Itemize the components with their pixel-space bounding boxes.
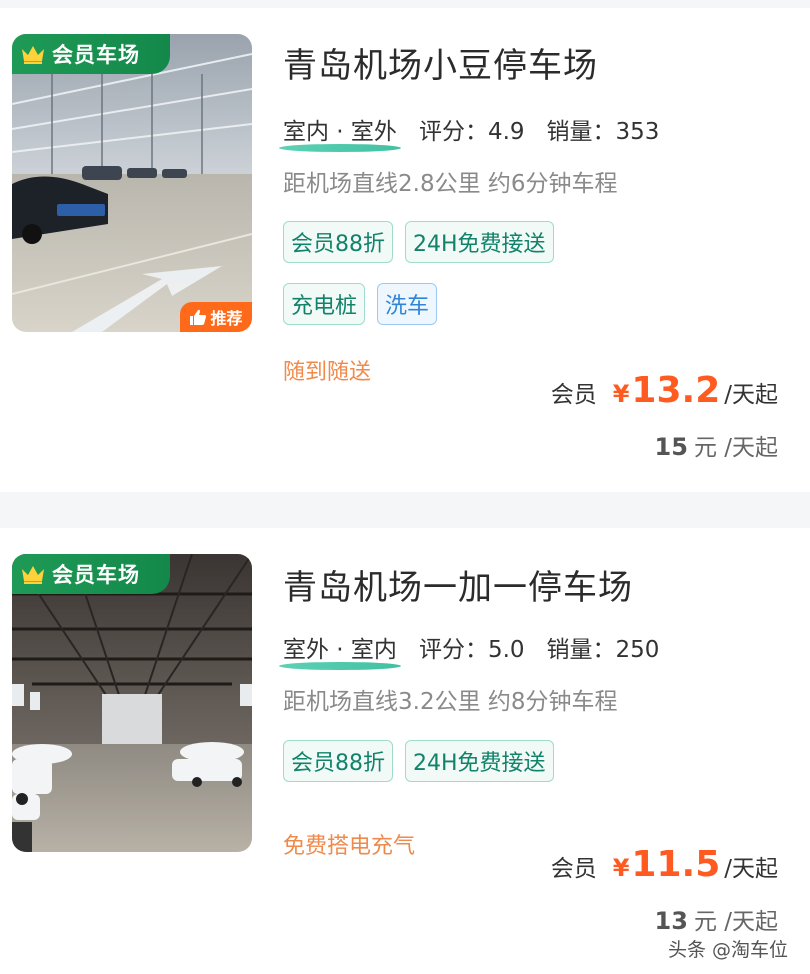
member-lot-badge: 会员车场 (12, 554, 170, 594)
rating-value: 4.9 (487, 119, 525, 145)
indoor-garage-scene (12, 34, 252, 332)
currency-symbol: ¥ (612, 380, 630, 408)
parking-listing-card[interactable]: 会员车场 青岛机场一加一停车场 室外 · 室内 评分： 5.0 销量： 250 … (0, 528, 810, 974)
original-price-unit: 元 /天起 (693, 909, 778, 935)
rating-label: 评分： (418, 119, 488, 145)
member-price: 会员 ¥ 11.5 /天起 (551, 844, 778, 885)
tag-free-shuttle: 24H免费接送 (405, 740, 554, 782)
member-price-label: 会员 (550, 382, 597, 408)
watermark: 头条 @淘车位 (667, 939, 788, 961)
recommend-badge-label: 推荐 (210, 309, 243, 328)
parking-lot-title[interactable]: 青岛机场小豆停车场 (283, 38, 598, 87)
warehouse-garage-scene (12, 554, 252, 852)
tag-charging-pile: 充电桩 (283, 283, 366, 325)
tag-member-discount: 会员88折 (283, 221, 393, 263)
member-lot-badge: 会员车场 (12, 34, 170, 74)
parking-lot-photo[interactable]: 会员车场 推荐 (12, 34, 252, 332)
lot-meta-row: 室外 · 室内 评分： 5.0 销量： 250 (279, 630, 681, 670)
original-price-value: 15 (654, 433, 688, 461)
rating-label: 评分： (418, 637, 488, 663)
original-price-value: 13 (654, 907, 688, 935)
lot-meta-row: 室内 · 室外 评分： 4.9 销量： 353 (279, 112, 681, 152)
service-tags-row: 会员88折 24H免费接送 (283, 740, 554, 782)
thumbs-up-icon (190, 309, 207, 325)
service-tags-row: 会员88折 24H免费接送 (283, 221, 554, 263)
indoor-outdoor-label: 室外 · 室内 (279, 630, 401, 670)
sales-value: 250 (615, 637, 660, 663)
tag-car-wash: 洗车 (377, 283, 438, 325)
parking-listing-card[interactable]: 会员车场 推荐 青岛机场小豆停车场 室内 · 室外 评分： 4.9 销量： 35… (0, 8, 810, 492)
sales-label: 销量： (546, 119, 616, 145)
sales-value: 353 (615, 119, 660, 145)
original-price: 13 元 /天起 (655, 902, 778, 936)
crown-icon (22, 46, 44, 64)
rating-value: 5.0 (487, 637, 525, 663)
promo-text: 免费搭电充气 (283, 834, 416, 859)
tag-member-discount: 会员88折 (283, 740, 393, 782)
member-lot-badge-label: 会员车场 (52, 43, 140, 67)
original-price: 15 元 /天起 (655, 428, 778, 462)
parking-lot-photo[interactable]: 会员车场 (12, 554, 252, 852)
distance-info: 距机场直线2.8公里 约6分钟车程 (283, 171, 618, 197)
sales-label: 销量： (546, 637, 616, 663)
distance-info: 距机场直线3.2公里 约8分钟车程 (283, 689, 618, 715)
parking-lot-title[interactable]: 青岛机场一加一停车场 (283, 560, 633, 609)
price-unit: /天起 (724, 382, 778, 408)
member-price-label: 会员 (550, 856, 597, 882)
member-lot-badge-label: 会员车场 (52, 563, 140, 587)
promo-text: 随到随送 (283, 360, 372, 385)
indoor-outdoor-label: 室内 · 室外 (279, 112, 401, 152)
crown-icon (22, 566, 44, 584)
member-price: 会员 ¥ 13.2 /天起 (551, 370, 778, 411)
member-price-value: 13.2 (631, 370, 721, 411)
original-price-unit: 元 /天起 (693, 435, 778, 461)
recommend-badge: 推荐 (180, 302, 252, 332)
member-price-value: 11.5 (631, 844, 721, 885)
currency-symbol: ¥ (612, 854, 630, 882)
tag-free-shuttle: 24H免费接送 (405, 221, 554, 263)
facility-tags-row: 充电桩 洗车 (283, 283, 438, 325)
price-unit: /天起 (724, 856, 778, 882)
